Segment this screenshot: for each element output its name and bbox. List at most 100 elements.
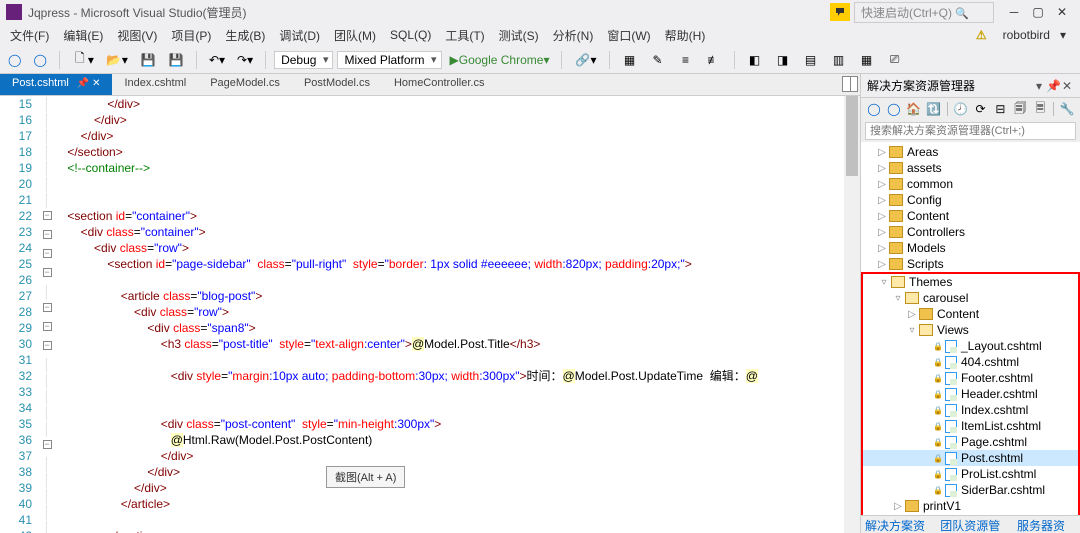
solution-tree[interactable]: ▷Areas▷assets▷common▷Config▷Content▷Cont… bbox=[861, 142, 1080, 515]
tree-node[interactable]: ▿carousel bbox=[863, 290, 1078, 306]
solution-footer-tabs[interactable]: 解决方案资源... 团队资源管理器 服务器资源器 bbox=[861, 515, 1080, 533]
tree-twisty[interactable]: ▷ bbox=[905, 309, 919, 320]
tree-twisty[interactable]: ▷ bbox=[875, 195, 889, 206]
tb-btn-1[interactable]: ▦ bbox=[618, 50, 642, 70]
tree-node[interactable]: ▷Controllers bbox=[861, 224, 1080, 240]
tree-node[interactable]: 🔒SiderBar.cshtml bbox=[863, 482, 1078, 498]
tree-node[interactable]: ▷Scripts bbox=[861, 256, 1080, 272]
menu-analyze[interactable]: 分析(N) bbox=[547, 27, 600, 44]
menu-debug[interactable]: 调试(D) bbox=[273, 27, 326, 44]
panel-dropdown-button[interactable]: ▾ bbox=[1032, 79, 1046, 93]
tb-btn-5[interactable]: ◧ bbox=[743, 50, 767, 70]
nav-forward-button[interactable]: ◯ bbox=[29, 51, 50, 69]
config-selector[interactable]: Debug bbox=[274, 51, 333, 69]
editor-tab[interactable]: Post.cshtml📌 ✕ bbox=[0, 74, 112, 95]
folding-gutter[interactable]: │││││││−−−−│−−−│││││−││││││││││││ bbox=[40, 96, 54, 533]
quick-launch-input[interactable]: 快速启动(Ctrl+Q) 🔍 bbox=[854, 2, 994, 23]
solution-properties-button[interactable]: 🗏 bbox=[1031, 100, 1049, 118]
solution-pending-button[interactable]: 🕗 bbox=[952, 100, 970, 118]
tree-node[interactable]: ▷Content bbox=[863, 306, 1078, 322]
menu-build[interactable]: 生成(B) bbox=[219, 27, 271, 44]
tree-node[interactable]: ▷Models bbox=[861, 240, 1080, 256]
tree-node[interactable]: 🔒ProList.cshtml bbox=[863, 466, 1078, 482]
tb-comment-button[interactable]: ≡ bbox=[674, 50, 698, 70]
menu-project[interactable]: 项目(P) bbox=[165, 27, 217, 44]
tree-node[interactable]: ▷printV1 bbox=[863, 498, 1078, 514]
tb-btn-7[interactable]: ▤ bbox=[799, 50, 823, 70]
solution-sync-button[interactable]: 🔃 bbox=[925, 100, 943, 118]
platform-selector[interactable]: Mixed Platform bbox=[337, 51, 441, 69]
editor-tab[interactable]: PageModel.cs bbox=[198, 74, 292, 95]
menu-help[interactable]: 帮助(H) bbox=[659, 27, 712, 44]
editor-tab[interactable]: HomeController.cs bbox=[382, 74, 496, 95]
panel-close-button[interactable]: ✕ bbox=[1060, 79, 1074, 93]
tree-node[interactable]: 🔒Page.cshtml bbox=[863, 434, 1078, 450]
editor-tab[interactable]: Index.cshtml bbox=[112, 74, 198, 95]
editor-tab[interactable]: PostModel.cs bbox=[292, 74, 382, 95]
tree-node[interactable]: ▷Config bbox=[861, 192, 1080, 208]
tree-twisty[interactable]: ▿ bbox=[905, 325, 919, 336]
solution-collapse-button[interactable]: ⊟ bbox=[991, 100, 1009, 118]
menu-team[interactable]: 团队(M) bbox=[328, 27, 382, 44]
save-button[interactable]: 💾 bbox=[136, 50, 160, 70]
solution-showall-button[interactable]: 🗐 bbox=[1011, 100, 1029, 118]
tb-btn-2[interactable]: ✎ bbox=[646, 50, 670, 70]
user-account[interactable]: ⚠robotbird ▾ bbox=[970, 28, 1076, 42]
tb-btn-8[interactable]: ▥ bbox=[827, 50, 851, 70]
menu-test[interactable]: 测试(S) bbox=[493, 27, 545, 44]
notification-flag-icon[interactable] bbox=[830, 3, 850, 21]
tb-btn-6[interactable]: ◨ bbox=[771, 50, 795, 70]
menu-window[interactable]: 窗口(W) bbox=[601, 27, 656, 44]
panel-pin-button[interactable]: 📌 bbox=[1046, 79, 1060, 93]
code-editor[interactable]: </div> </div> </div> </section> <!--cont… bbox=[54, 96, 860, 533]
tree-node[interactable]: 🔒404.cshtml bbox=[863, 354, 1078, 370]
menu-file[interactable]: 文件(F) bbox=[4, 27, 55, 44]
solution-wrench-button[interactable]: 🔧 bbox=[1058, 100, 1076, 118]
start-debug-button[interactable]: ▶ Google Chrome ▾ bbox=[446, 51, 554, 69]
tree-node[interactable]: ▷common bbox=[861, 176, 1080, 192]
tree-node[interactable]: ▷Areas bbox=[861, 144, 1080, 160]
undo-button[interactable]: ↶▾ bbox=[205, 51, 229, 69]
tree-twisty[interactable]: ▷ bbox=[875, 179, 889, 190]
tree-twisty[interactable]: ▿ bbox=[877, 277, 891, 288]
open-file-button[interactable]: 📂▾ bbox=[102, 50, 132, 70]
nav-back-button[interactable]: ◯ bbox=[4, 51, 25, 69]
tb-btn-9[interactable]: ▦ bbox=[855, 50, 879, 70]
tree-twisty[interactable]: ▿ bbox=[891, 293, 905, 304]
menu-sql[interactable]: SQL(Q) bbox=[384, 28, 437, 42]
split-editor-icon[interactable] bbox=[842, 76, 858, 92]
tree-node[interactable]: ▷assets bbox=[861, 160, 1080, 176]
browser-link-button[interactable]: 🔗▾ bbox=[570, 50, 600, 70]
close-button[interactable]: ✕ bbox=[1050, 5, 1074, 19]
tree-twisty[interactable]: ▷ bbox=[875, 243, 889, 254]
tree-twisty[interactable]: ▷ bbox=[891, 501, 905, 512]
save-all-button[interactable]: 💾 bbox=[164, 50, 188, 70]
tree-node[interactable]: 🔒Footer.cshtml bbox=[863, 370, 1078, 386]
tree-node[interactable]: 🔒Post.cshtml bbox=[863, 450, 1078, 466]
tree-node[interactable]: 🔒_Layout.cshtml bbox=[863, 338, 1078, 354]
menu-tools[interactable]: 工具(T) bbox=[439, 27, 490, 44]
maximize-button[interactable]: ▢ bbox=[1026, 5, 1050, 19]
tree-twisty[interactable]: ▷ bbox=[875, 227, 889, 238]
solution-forward-button[interactable]: ◯ bbox=[885, 100, 903, 118]
tb-uncomment-button[interactable]: ≢ bbox=[702, 50, 726, 70]
solution-refresh-button[interactable]: ⟳ bbox=[972, 100, 990, 118]
editor-scrollbar[interactable] bbox=[844, 96, 860, 533]
tree-node[interactable]: 🔒Index.cshtml bbox=[863, 402, 1078, 418]
menu-view[interactable]: 视图(V) bbox=[111, 27, 163, 44]
minimize-button[interactable]: ─ bbox=[1002, 5, 1026, 19]
new-project-button[interactable]: 🗋▾ bbox=[68, 50, 98, 70]
solution-search-input[interactable] bbox=[865, 122, 1076, 140]
tb-btn-10[interactable]: ⎚ bbox=[883, 50, 907, 70]
tree-twisty[interactable]: ▷ bbox=[875, 211, 889, 222]
tree-twisty[interactable]: ▷ bbox=[875, 163, 889, 174]
tree-twisty[interactable]: ▷ bbox=[875, 147, 889, 158]
menu-edit[interactable]: 编辑(E) bbox=[57, 27, 109, 44]
tree-node[interactable]: 🔒ItemList.cshtml bbox=[863, 418, 1078, 434]
tree-node[interactable]: ▷Content bbox=[861, 208, 1080, 224]
tree-node[interactable]: ▿Themes bbox=[863, 274, 1078, 290]
tree-twisty[interactable]: ▷ bbox=[875, 259, 889, 270]
redo-button[interactable]: ↷▾ bbox=[233, 51, 257, 69]
solution-back-button[interactable]: ◯ bbox=[865, 100, 883, 118]
tree-node[interactable]: ▿Views bbox=[863, 322, 1078, 338]
